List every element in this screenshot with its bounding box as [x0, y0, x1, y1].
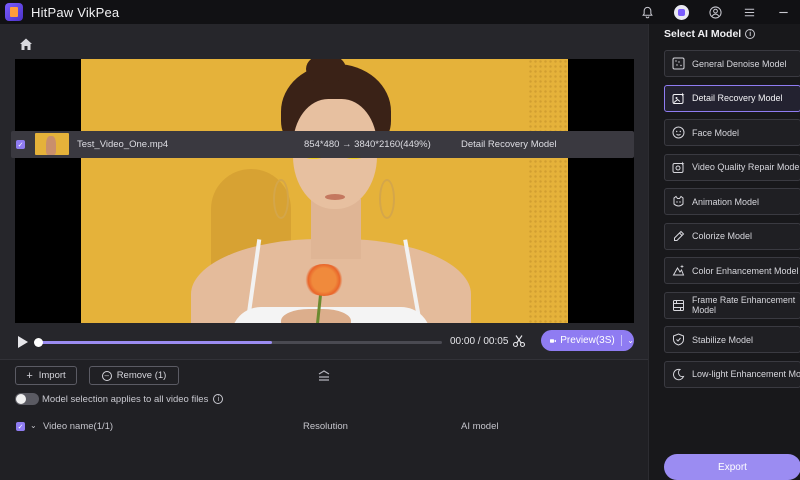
detail-recovery-icon — [672, 92, 685, 104]
model-frame-rate-enhancement[interactable]: Frame Rate Enhancement Model — [664, 291, 800, 319]
model-low-light-enhancement[interactable]: Low-light Enhancement Model — [664, 360, 800, 388]
model-list: General Denoise Model Detail Recovery Mo… — [664, 50, 800, 395]
table-row[interactable]: ✓ Test_Video_One.mp4 854*480 → 3840*2160… — [11, 131, 634, 158]
menu-icon[interactable] — [732, 0, 766, 24]
export-button[interactable]: Export — [664, 454, 800, 480]
progress-fill — [37, 341, 272, 344]
scissors-icon[interactable] — [512, 334, 526, 348]
toggle-label: Model selection applies to all video fil… — [42, 393, 209, 405]
video-thumbnail — [35, 133, 69, 155]
model-detail-recovery[interactable]: Detail Recovery Model — [664, 84, 800, 112]
model-general-denoise[interactable]: General Denoise Model — [664, 50, 800, 77]
preview-button[interactable]: Preview(3S) ⌄ — [541, 330, 634, 351]
model-label: Face Model — [692, 127, 740, 138]
ai-model-panel: Select AI Model i General Denoise Model … — [648, 24, 800, 480]
model-colorize[interactable]: Colorize Model — [664, 222, 800, 250]
work-area: 00:00 / 00:05 Preview(3S) ⌄ + Import – R… — [0, 24, 648, 480]
model-label: Detail Recovery Model — [692, 93, 783, 103]
play-icon[interactable] — [18, 336, 28, 348]
model-animation[interactable]: Animation Model — [664, 188, 800, 215]
preview-label: Preview(3S) — [560, 335, 615, 346]
model-label: Video Quality Repair Model — [692, 162, 800, 172]
chevron-down-icon[interactable]: ⌄ — [30, 421, 37, 430]
model-stabilize[interactable]: Stabilize Model — [664, 326, 800, 353]
import-button[interactable]: + Import — [15, 366, 77, 385]
model-label: General Denoise Model — [692, 58, 787, 69]
row-checkbox[interactable]: ✓ — [16, 140, 25, 149]
import-label: Import — [38, 370, 66, 381]
model-label: Frame Rate Enhancement Model — [692, 295, 796, 315]
remove-button[interactable]: – Remove (1) — [89, 366, 179, 385]
title-bar: HitPaw VikPea — [0, 0, 800, 24]
animation-icon — [673, 195, 684, 207]
table-header: ✓ ⌄ Video name(1/1) Resolution AI model — [0, 418, 648, 436]
plus-icon: + — [26, 369, 33, 382]
progress-bar[interactable] — [34, 338, 442, 347]
row-video-name: Test_Video_One.mp4 — [77, 139, 169, 150]
model-video-quality-repair[interactable]: Video Quality Repair Model — [664, 153, 800, 181]
select-all-checkbox[interactable]: ✓ — [16, 422, 25, 431]
row-ai-model: Detail Recovery Model — [461, 139, 557, 150]
low-light-icon — [673, 368, 685, 380]
panel-title: Select AI Model — [664, 28, 742, 40]
model-label: Stabilize Model — [692, 334, 754, 345]
video-frame-image — [81, 59, 568, 323]
model-face[interactable]: Face Model — [664, 119, 800, 146]
minus-circle-icon: – — [101, 370, 112, 381]
app-logo-icon — [5, 3, 23, 21]
titlebar-actions — [630, 0, 800, 24]
progress-handle[interactable] — [34, 338, 43, 347]
model-label: Animation Model — [692, 196, 760, 207]
video-preview[interactable] — [15, 59, 634, 323]
minimize-icon[interactable] — [766, 0, 800, 24]
column-video-name: Video name(1/1) — [43, 421, 114, 432]
model-label: Colorize Model — [692, 231, 753, 241]
time-display: 00:00 / 00:05 — [450, 336, 509, 347]
home-icon[interactable] — [18, 36, 34, 52]
row-resolution: 854*480 → 3840*2160(449%) — [304, 139, 431, 150]
user-icon[interactable] — [698, 0, 732, 24]
app-title: HitPaw VikPea — [31, 4, 120, 20]
info-icon[interactable]: i — [213, 394, 224, 404]
info-icon[interactable]: i — [745, 29, 756, 39]
camera-icon — [550, 338, 557, 343]
denoise-icon — [672, 57, 685, 70]
face-icon — [672, 126, 685, 139]
model-apply-toggle-row: Model selection applies to all video fil… — [15, 393, 224, 405]
export-label: Export — [718, 461, 747, 473]
model-label: Low-light Enhancement Model — [692, 369, 800, 379]
avatar-icon[interactable] — [664, 0, 698, 24]
chevron-down-icon[interactable]: ⌄ — [627, 336, 634, 345]
frame-rate-icon — [673, 299, 684, 311]
column-ai-model: AI model — [461, 421, 499, 432]
file-panel: + Import – Remove (1) Model selection ap… — [0, 359, 648, 480]
model-label: Color Enhancement Model — [692, 265, 799, 276]
remove-label: Remove (1) — [116, 370, 167, 381]
collapse-panel-icon[interactable] — [316, 369, 332, 383]
colorize-icon — [674, 230, 685, 241]
model-color-enhancement[interactable]: Color Enhancement Model — [664, 257, 800, 284]
color-enhance-icon — [672, 264, 685, 276]
player-controls: 00:00 / 00:05 Preview(3S) ⌄ — [15, 329, 634, 355]
model-apply-toggle[interactable] — [15, 393, 39, 405]
column-resolution: Resolution — [303, 421, 348, 432]
quality-repair-icon — [672, 161, 685, 173]
stabilize-icon — [673, 333, 684, 346]
panel-title-row: Select AI Model i — [664, 28, 756, 40]
bell-icon[interactable] — [630, 0, 664, 24]
